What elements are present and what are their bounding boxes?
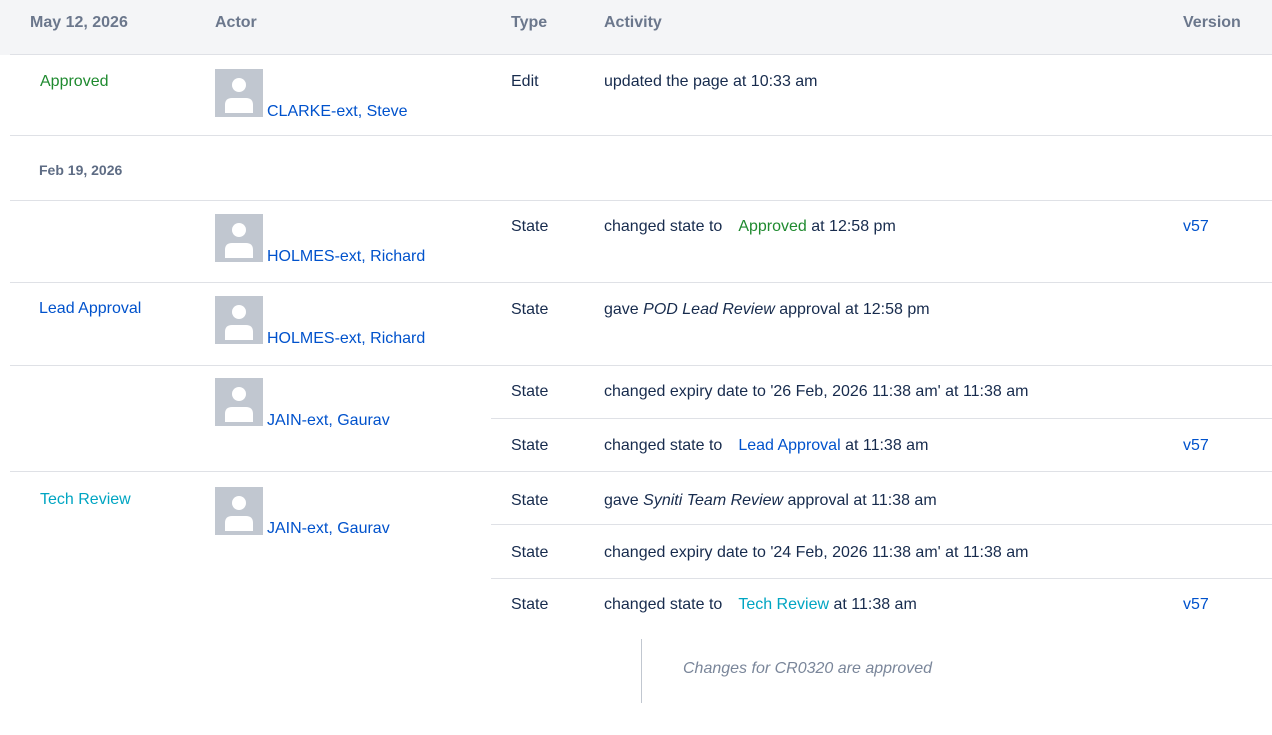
avatar-icon <box>215 487 263 535</box>
version-link[interactable]: v57 <box>1183 594 1209 616</box>
activity-cell: gave Syniti Team Review approval at 11:3… <box>604 492 937 509</box>
state-label-lead-approval: Lead Approval <box>39 300 142 317</box>
avatar-icon <box>215 69 263 117</box>
activity-cell: changed state to Approved at 12:58 pm <box>604 218 896 235</box>
divider <box>10 471 1272 472</box>
divider <box>10 54 1272 55</box>
type-cell: State <box>511 596 549 613</box>
actor-link[interactable]: CLARKE-ext, Steve <box>267 101 408 123</box>
type-cell: State <box>511 218 549 235</box>
avatar-icon <box>215 214 263 262</box>
divider <box>491 524 1272 525</box>
activity-cell: changed state to Lead Approval at 11:38 a… <box>604 437 929 454</box>
activity-cell: changed expiry date to '26 Feb, 2026 11:… <box>604 383 1029 400</box>
avatar-icon <box>215 378 263 426</box>
type-cell: State <box>511 492 549 509</box>
actor-link[interactable]: HOLMES-ext, Richard <box>267 246 425 268</box>
divider <box>10 135 1272 136</box>
type-cell: State <box>511 301 549 318</box>
comment-quote-bar <box>641 639 642 703</box>
divider <box>491 578 1272 579</box>
activity-cell: gave POD Lead Review approval at 12:58 p… <box>604 301 930 318</box>
comment-text: Changes for CR0320 are approved <box>683 660 933 677</box>
actor-link[interactable]: JAIN-ext, Gaurav <box>267 518 390 540</box>
divider <box>10 365 1272 366</box>
version-link[interactable]: v57 <box>1183 216 1209 238</box>
actor-link[interactable]: JAIN-ext, Gaurav <box>267 410 390 432</box>
type-cell: State <box>511 544 549 561</box>
header-activity: Activity <box>604 14 662 31</box>
divider <box>10 282 1272 283</box>
state-lozenge-approved: Approved <box>738 218 807 235</box>
header-type: Type <box>511 14 548 31</box>
divider <box>10 200 1272 201</box>
actor-link[interactable]: HOLMES-ext, Richard <box>267 328 425 350</box>
type-cell: State <box>511 437 549 454</box>
activity-history-table: May 12, 2026 Actor Type Activity Version… <box>0 0 1272 735</box>
header-version: Version <box>1183 14 1241 31</box>
type-cell: Edit <box>511 73 539 90</box>
activity-cell: changed expiry date to '24 Feb, 2026 11:… <box>604 544 1029 561</box>
type-cell: State <box>511 383 549 400</box>
activity-cell: changed state to Tech Review at 11:38 am <box>604 596 917 613</box>
table-header: May 12, 2026 Actor Type Activity Version <box>0 0 1272 55</box>
version-link[interactable]: v57 <box>1183 435 1209 457</box>
state-label-tech-review: Tech Review <box>40 491 131 508</box>
avatar-icon <box>215 296 263 344</box>
divider <box>491 418 1272 419</box>
state-label-approved: Approved <box>40 73 109 90</box>
activity-cell: updated the page at 10:33 am <box>604 73 818 90</box>
state-lozenge-lead-approval: Lead Approval <box>738 437 841 454</box>
state-lozenge-tech-review: Tech Review <box>738 596 830 613</box>
header-actor: Actor <box>215 14 257 31</box>
header-date: May 12, 2026 <box>30 14 128 31</box>
date-group-label: Feb 19, 2026 <box>39 162 123 178</box>
